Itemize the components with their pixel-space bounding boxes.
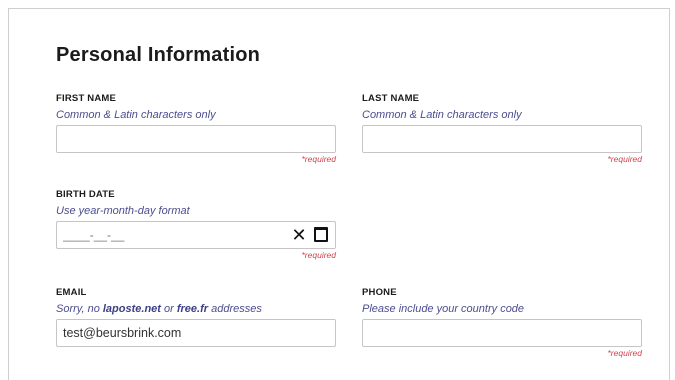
first-name-required: *required	[301, 154, 337, 164]
birth-date-input[interactable]	[57, 222, 277, 248]
phone-hint: Please include your country code	[362, 303, 525, 315]
last-name-group: LAST NAME Common & Latin characters only…	[362, 93, 642, 165]
last-name-label: LAST NAME	[362, 93, 420, 104]
email-hint-suffix: addresses	[208, 303, 262, 315]
last-name-input[interactable]	[362, 125, 642, 153]
phone-label: PHONE	[362, 287, 397, 298]
first-name-label: FIRST NAME	[56, 93, 117, 104]
phone-group: PHONE Please include your country code *…	[362, 287, 642, 359]
first-name-hint: Common & Latin characters only	[56, 109, 216, 121]
first-name-group: FIRST NAME Common & Latin characters onl…	[56, 93, 336, 165]
email-label: EMAIL	[56, 287, 87, 298]
email-hint: Sorry, no laposte.net or free.fr address…	[56, 302, 336, 316]
first-name-input[interactable]	[56, 125, 336, 153]
email-group: EMAIL Sorry, no laposte.net or free.fr a…	[56, 287, 336, 347]
phone-required: *required	[607, 348, 643, 358]
birth-date-required: *required	[301, 250, 337, 260]
close-icon[interactable]: ✕	[291, 226, 307, 244]
email-input[interactable]	[56, 319, 336, 347]
email-hint-domain-free: free.fr	[176, 303, 209, 315]
email-hint-domain-laposte: laposte.net	[102, 303, 161, 315]
email-hint-prefix: Sorry, no	[56, 303, 103, 315]
page-title: Personal Information	[56, 44, 261, 66]
birth-date-group: BIRTH DATE Use year-month-day format ✕ *…	[56, 189, 336, 261]
birth-date-hint: Use year-month-day format	[56, 205, 190, 217]
calendar-icon[interactable]	[314, 227, 328, 242]
birth-date-field: ✕	[56, 221, 336, 249]
last-name-hint: Common & Latin characters only	[362, 109, 522, 121]
email-hint-mid: or	[160, 303, 177, 315]
phone-input[interactable]	[362, 319, 642, 347]
birth-date-label: BIRTH DATE	[56, 189, 115, 200]
last-name-required: *required	[607, 154, 643, 164]
